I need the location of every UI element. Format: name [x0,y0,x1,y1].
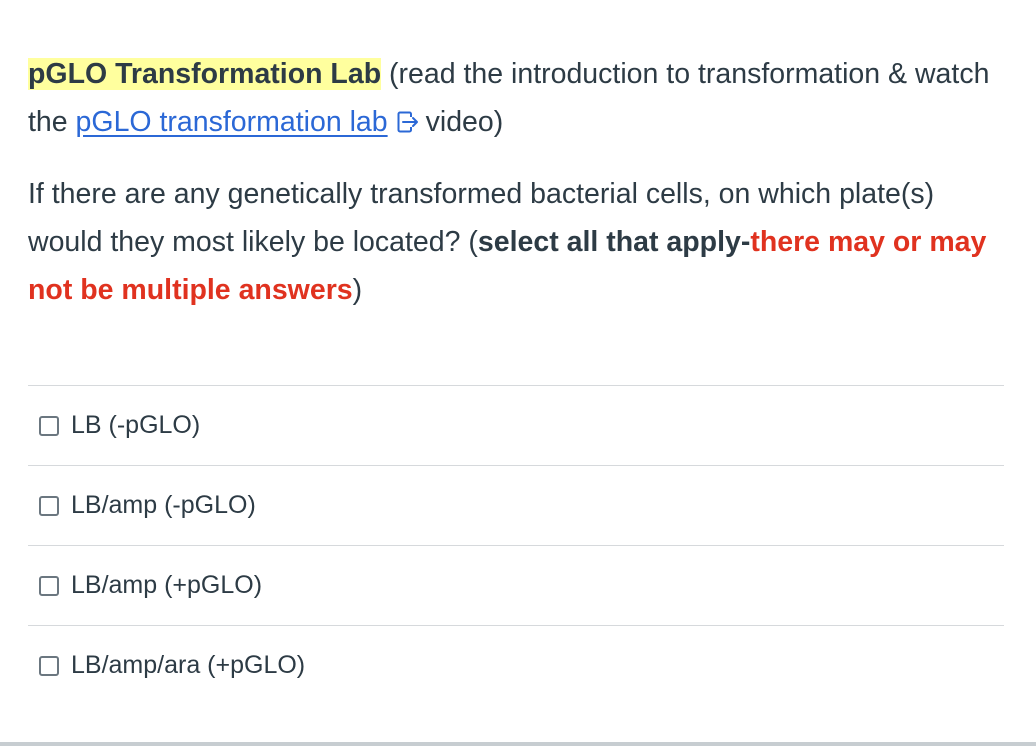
intro-text-2: video) [425,106,504,138]
prompt-paragraph: If there are any genetically transformed… [28,170,1008,314]
answer-label: LB/amp (+pGLO) [71,571,263,599]
checkbox-icon[interactable] [39,415,59,436]
answer-option-lb-minus-pglo[interactable]: LB (-pGLO) [28,385,1004,465]
answer-label: LB/amp (-pGLO) [71,491,256,519]
external-link-icon[interactable] [396,110,420,134]
checkbox-icon[interactable] [39,495,59,516]
question-text: pGLO Transformation Lab (read the introd… [28,50,1008,314]
answer-option-lb-amp-minus-pglo[interactable]: LB/amp (-pGLO) [28,465,1004,545]
answer-option-lb-amp-ara-plus-pglo[interactable]: LB/amp/ara (+pGLO) [28,625,1004,705]
pglo-video-link[interactable]: pGLO transformation lab [76,106,388,138]
bottom-divider [0,742,1036,746]
answer-label: LB/amp/ara (+pGLO) [71,651,306,679]
answer-option-lb-amp-plus-pglo[interactable]: LB/amp (+pGLO) [28,545,1004,625]
intro-paragraph: pGLO Transformation Lab (read the introd… [28,50,1008,146]
answer-list: LB (-pGLO) LB/amp (-pGLO) LB/amp (+pGLO)… [28,385,1004,705]
answer-label: LB (-pGLO) [71,411,201,439]
checkbox-icon[interactable] [39,655,59,676]
prompt-end: ) [352,274,363,306]
lab-title-highlight: pGLO Transformation Lab [28,58,382,90]
checkbox-icon[interactable] [39,575,59,596]
prompt-bold-instruction: select all that apply- [477,226,751,258]
